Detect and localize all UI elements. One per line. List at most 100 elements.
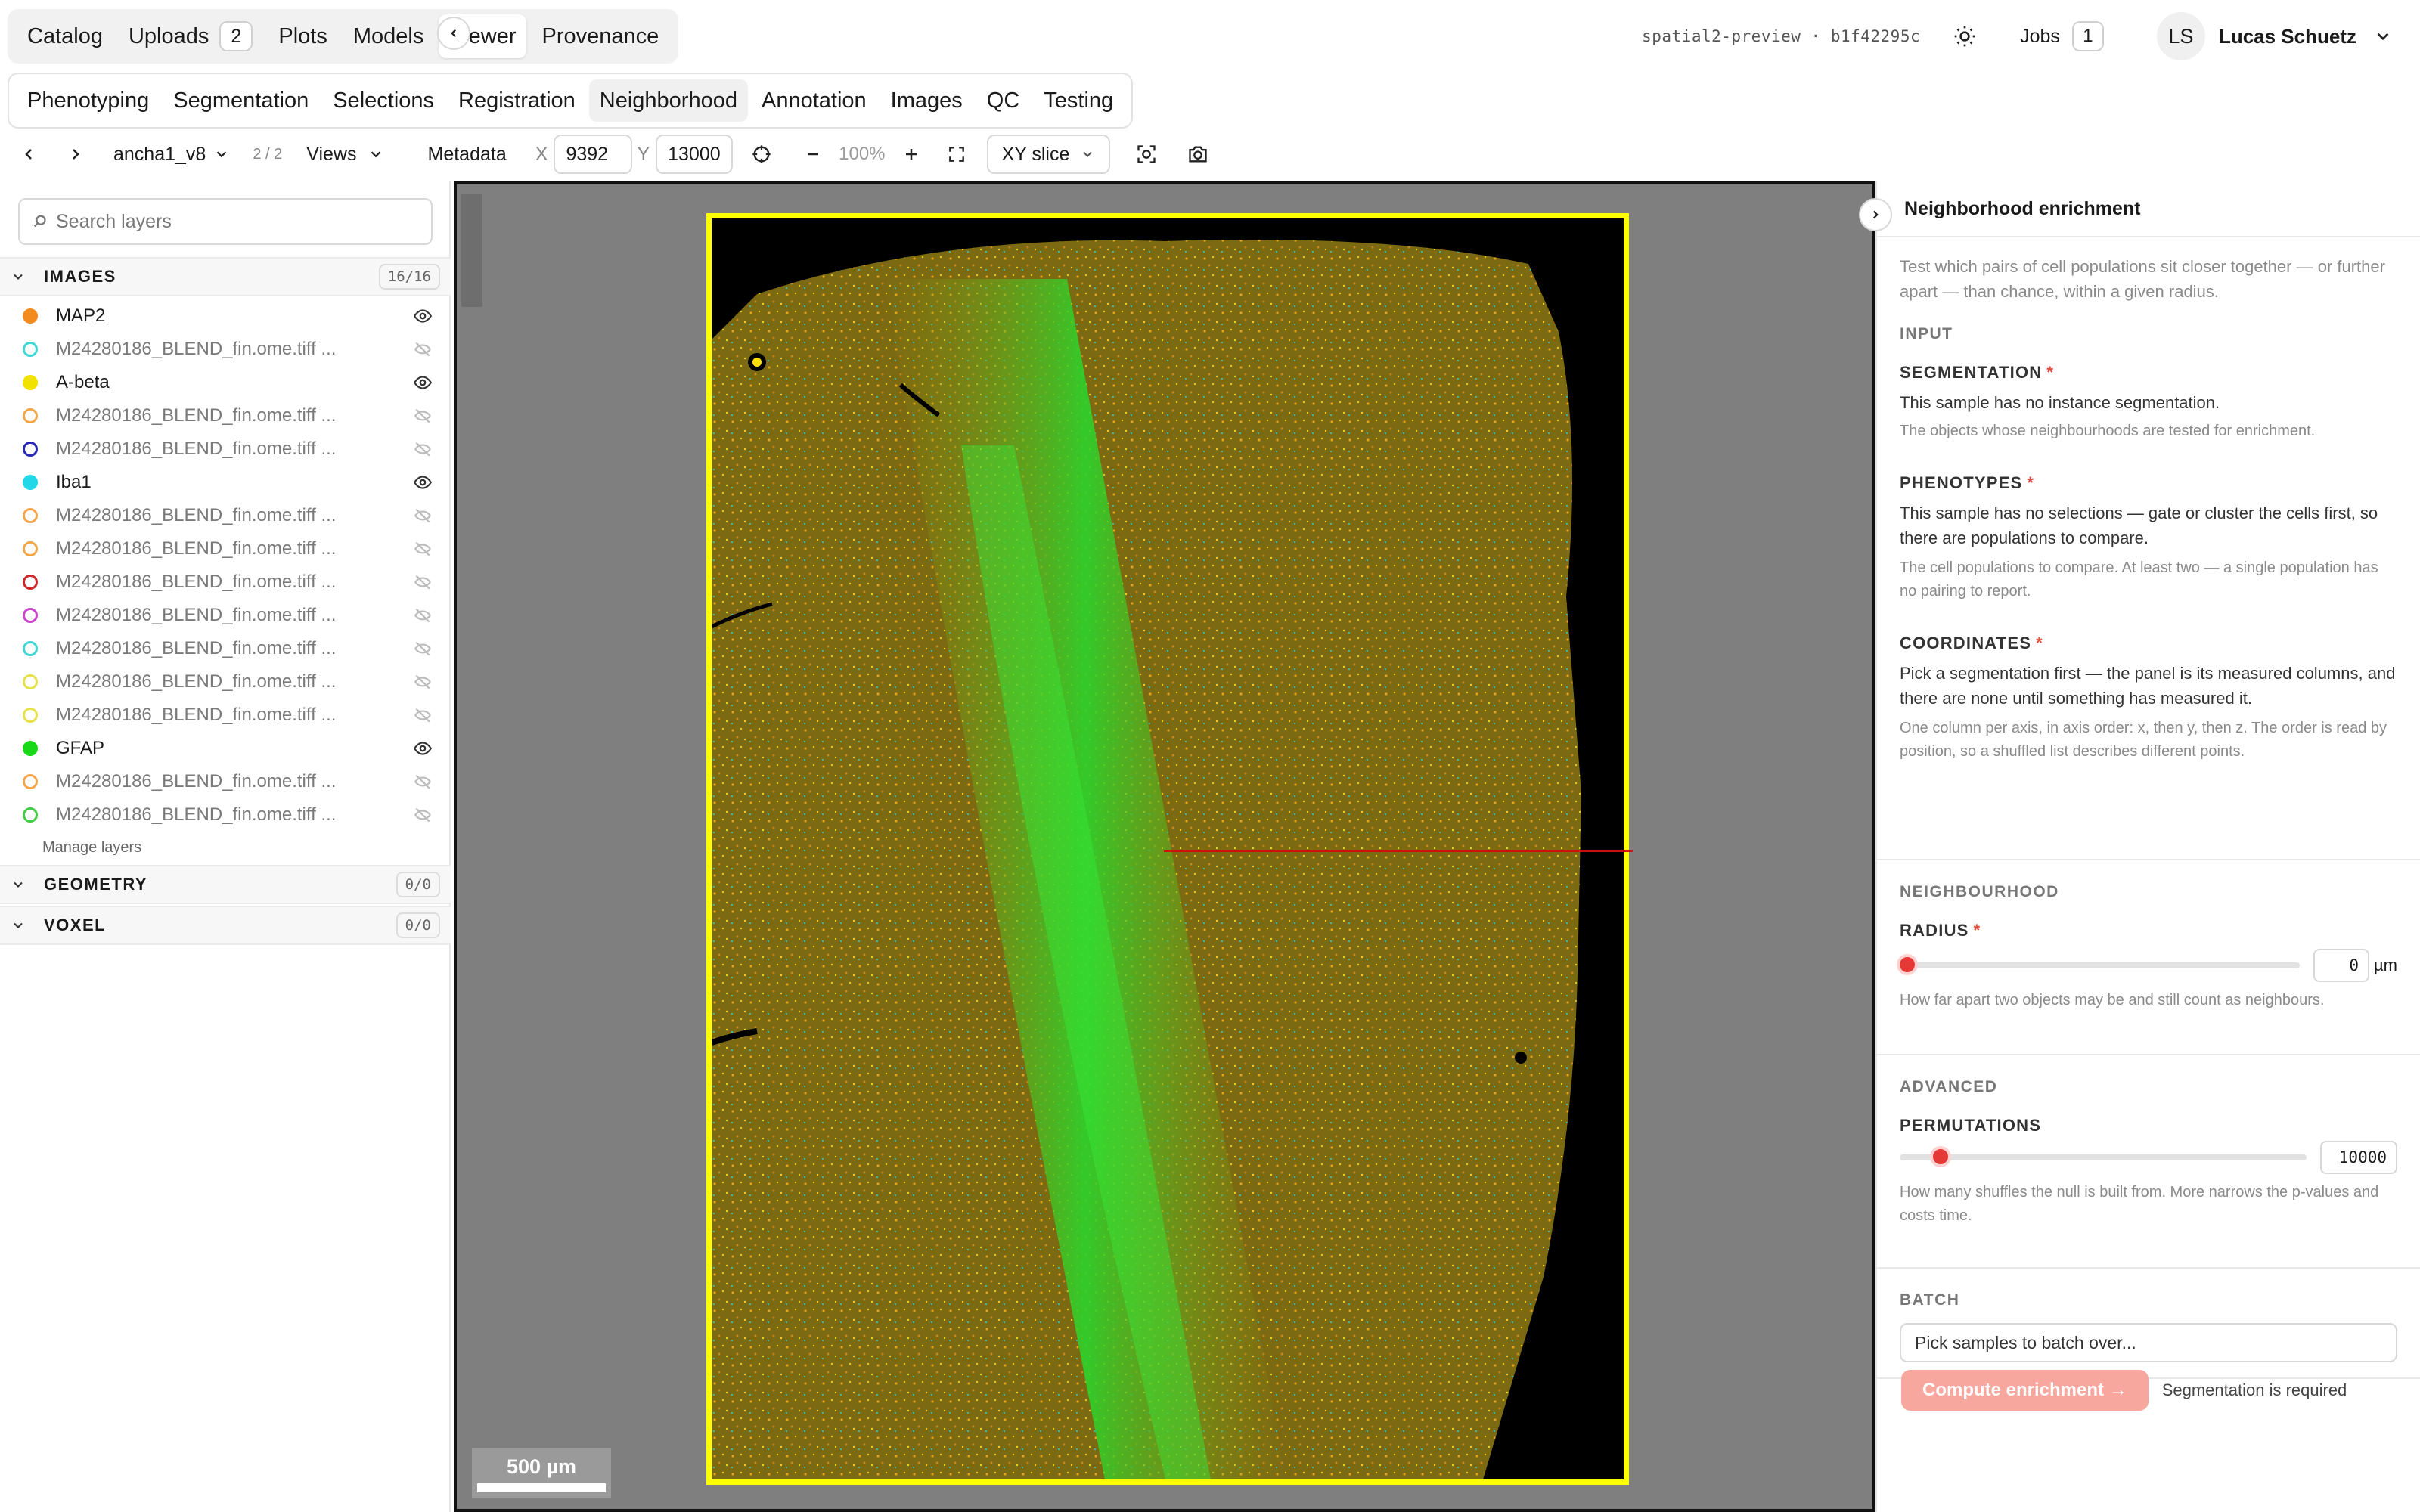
layer-row[interactable]: M24280186_BLEND_fin.ome.tiff ... (0, 432, 451, 466)
eye-icon[interactable] (411, 371, 434, 394)
image-viewer-canvas[interactable]: 500 µm (454, 181, 1876, 1512)
layer-color-swatch[interactable] (23, 708, 38, 723)
layer-row[interactable]: M24280186_BLEND_fin.ome.tiff ... (0, 632, 451, 665)
tab-selections[interactable]: Selections (322, 79, 445, 122)
metadata-button[interactable]: Metadata (428, 144, 507, 166)
layer-color-swatch[interactable] (23, 674, 38, 689)
eye-icon[interactable] (411, 737, 434, 760)
manage-layers-link[interactable]: Manage layers (42, 839, 141, 857)
tab-segmentation[interactable]: Segmentation (163, 79, 319, 122)
layer-color-swatch[interactable] (23, 641, 38, 656)
eye-off-icon[interactable] (411, 604, 434, 627)
tab-annotation[interactable]: Annotation (751, 79, 877, 122)
layer-row[interactable]: M24280186_BLEND_fin.ome.tiff ... (0, 665, 451, 699)
batch-samples-select[interactable]: Pick samples to batch over... (1900, 1323, 2397, 1362)
layer-row[interactable]: M24280186_BLEND_fin.ome.tiff ... (0, 798, 451, 832)
voxel-section-header[interactable]: VOXEL 0/0 (0, 906, 451, 945)
viewer-scrollbar[interactable] (461, 194, 482, 307)
layer-row[interactable]: A-beta (0, 366, 451, 399)
views-menu[interactable]: Views (306, 144, 383, 166)
layer-row[interactable]: M24280186_BLEND_fin.ome.tiff ... (0, 333, 451, 366)
eye-off-icon[interactable] (411, 671, 434, 693)
eye-off-icon[interactable] (411, 438, 434, 460)
eye-off-icon[interactable] (411, 571, 434, 593)
y-coord-input[interactable]: 13000 (656, 135, 734, 174)
tissue-image-frame[interactable] (706, 213, 1629, 1485)
eye-icon[interactable] (411, 305, 434, 327)
zoom-in-button[interactable] (896, 139, 926, 169)
theme-toggle-button[interactable] (1946, 17, 1984, 55)
eye-icon[interactable] (411, 471, 434, 494)
layer-color-swatch[interactable] (23, 308, 38, 324)
radius-slider[interactable] (1897, 954, 2300, 975)
eye-off-icon[interactable] (411, 804, 434, 826)
layer-color-swatch[interactable] (23, 541, 38, 556)
layer-color-swatch[interactable] (23, 408, 38, 423)
layer-color-swatch[interactable] (23, 741, 38, 756)
geometry-section-header[interactable]: GEOMETRY 0/0 (0, 865, 451, 904)
layer-row[interactable]: M24280186_BLEND_fin.ome.tiff ... (0, 765, 451, 798)
eye-off-icon[interactable] (411, 404, 434, 427)
chevron-down-icon[interactable] (2373, 26, 2393, 46)
compute-enrichment-button[interactable]: Compute enrichment → (1901, 1370, 2149, 1411)
eye-off-icon[interactable] (411, 538, 434, 560)
nav-uploads[interactable]: Uploads 2 (118, 14, 263, 58)
layer-color-swatch[interactable] (23, 774, 38, 789)
tab-testing[interactable]: Testing (1033, 79, 1124, 122)
nav-models[interactable]: Models (343, 14, 435, 58)
layer-row[interactable]: M24280186_BLEND_fin.ome.tiff ... (0, 532, 451, 565)
tab-neighborhood[interactable]: Neighborhood (588, 79, 748, 122)
permutations-input[interactable]: 10000 (2320, 1141, 2397, 1174)
eye-off-icon[interactable] (411, 704, 434, 727)
zoom-out-button[interactable] (798, 139, 828, 169)
eye-off-icon[interactable] (411, 770, 434, 793)
screenshot-button[interactable] (1183, 139, 1213, 169)
prev-sample-button[interactable] (14, 139, 44, 169)
next-sample-button[interactable] (60, 139, 91, 169)
avatar[interactable]: LS (2156, 12, 2205, 60)
radius-slider-thumb[interactable] (1897, 954, 1918, 975)
collapse-layers-button[interactable] (437, 17, 470, 50)
sample-select[interactable]: ancha1_v8 (113, 144, 230, 166)
layer-row[interactable]: M24280186_BLEND_fin.ome.tiff ... (0, 599, 451, 632)
layer-color-swatch[interactable] (23, 807, 38, 823)
jobs-button[interactable]: Jobs 1 (2020, 21, 2104, 51)
tab-registration[interactable]: Registration (448, 79, 586, 122)
layer-color-swatch[interactable] (23, 575, 38, 590)
permutations-slider[interactable] (1900, 1146, 2307, 1167)
fit-view-button[interactable] (942, 139, 972, 169)
eye-off-icon[interactable] (411, 504, 434, 527)
permutations-slider-thumb[interactable] (1929, 1146, 1951, 1167)
layer-color-swatch[interactable] (23, 442, 38, 457)
nav-provenance[interactable]: Provenance (531, 14, 669, 58)
nav-plots[interactable]: Plots (268, 14, 337, 58)
eye-off-icon[interactable] (411, 338, 434, 361)
focus-button[interactable] (1131, 139, 1162, 169)
layer-color-swatch[interactable] (23, 608, 38, 623)
layer-row[interactable]: MAP2 (0, 299, 451, 333)
layer-row[interactable]: M24280186_BLEND_fin.ome.tiff ... (0, 399, 451, 432)
layer-color-swatch[interactable] (23, 475, 38, 490)
layer-row[interactable]: GFAP (0, 732, 451, 765)
user-name[interactable]: Lucas Schuetz (2219, 25, 2356, 48)
layer-row[interactable]: Iba1 (0, 466, 451, 499)
chevron-right-icon (73, 149, 79, 160)
tab-phenotyping[interactable]: Phenotyping (17, 79, 160, 122)
x-coord-input[interactable]: 9392 (554, 135, 633, 174)
nav-catalog[interactable]: Catalog (17, 14, 113, 58)
collapse-panel-button[interactable] (1859, 198, 1892, 231)
layer-row[interactable]: M24280186_BLEND_fin.ome.tiff ... (0, 499, 451, 532)
tab-images[interactable]: Images (880, 79, 973, 122)
radius-input[interactable]: 0 (2313, 949, 2369, 982)
slice-mode-select[interactable]: XY slice (986, 135, 1111, 174)
layer-color-swatch[interactable] (23, 508, 38, 523)
layer-color-swatch[interactable] (23, 375, 38, 390)
eye-off-icon[interactable] (411, 637, 434, 660)
images-section-header[interactable]: IMAGES 16/16 (0, 257, 451, 296)
layer-color-swatch[interactable] (23, 342, 38, 357)
layer-row[interactable]: M24280186_BLEND_fin.ome.tiff ... (0, 565, 451, 599)
layer-row[interactable]: M24280186_BLEND_fin.ome.tiff ... (0, 699, 451, 732)
search-layers-input[interactable]: Search layers (18, 198, 433, 245)
tab-qc[interactable]: QC (976, 79, 1031, 122)
recenter-button[interactable] (746, 139, 777, 169)
